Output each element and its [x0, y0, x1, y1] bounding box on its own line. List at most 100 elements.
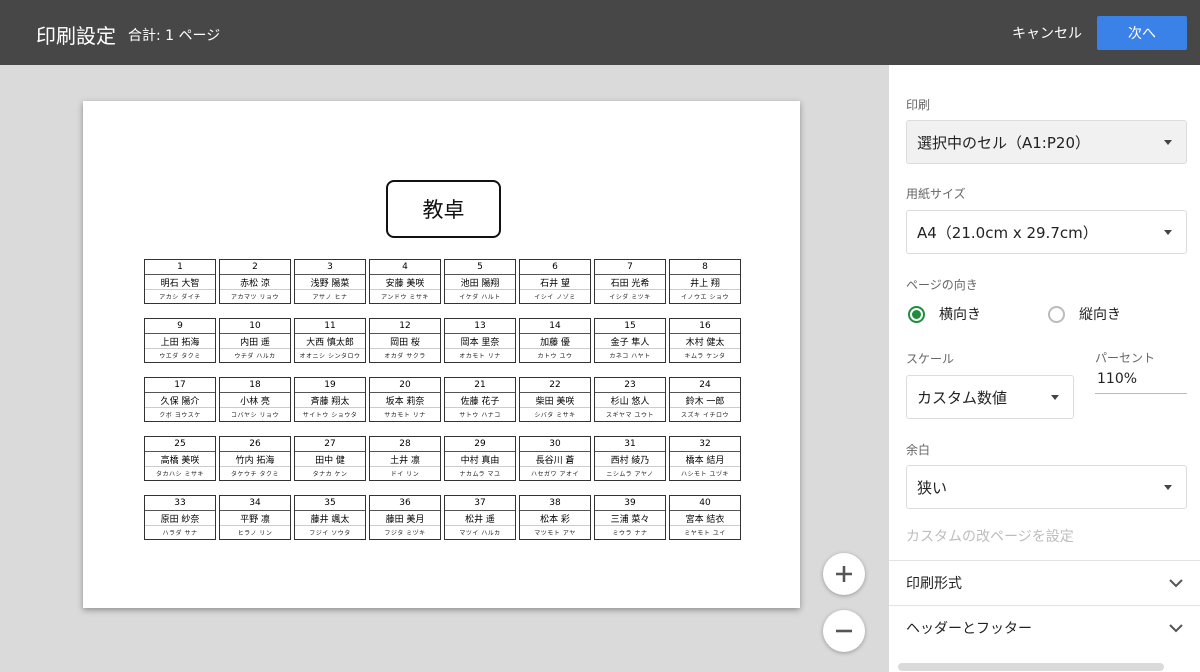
seat-card: 40 宮本 結衣 ミヤモト ユイ: [669, 495, 741, 540]
seat-number: 36: [370, 496, 440, 511]
seat-number: 12: [370, 319, 440, 334]
dropdown-arrow-icon: [1164, 140, 1172, 145]
student-name: 久保 陽介: [145, 393, 215, 408]
portrait-label: 縦向き: [1079, 307, 1121, 323]
radio-selected-icon: [908, 305, 925, 323]
print-format-section[interactable]: 印刷形式: [889, 560, 1200, 605]
seat-card: 37 松井 遥マツイ ハルカ: [444, 495, 516, 540]
seat-card: 29 中村 真由 ナカムラ マユ: [444, 436, 516, 481]
paper-size-label: 用紙サイズ: [906, 187, 966, 201]
student-name: 石井 望: [520, 275, 590, 290]
student-name: 長谷川 蒼: [520, 452, 590, 467]
student-name: 藤田 美月: [370, 511, 440, 526]
seat-card: 13 岡本 里奈 オカモト リナ: [444, 318, 516, 363]
student-kana: イシイ ノゾミ: [534, 294, 576, 301]
orientation-label: ページの向き: [906, 278, 978, 292]
seat-card: 16 木村 健太 キムラ ケンタ: [669, 318, 741, 363]
seat-number: 17: [145, 378, 215, 393]
student-kana: スズキ イチロウ: [681, 412, 729, 419]
student-kana: イケダ ハルト: [459, 294, 501, 301]
seat-number: 18: [220, 378, 290, 393]
student-name: 田中 健: [295, 452, 365, 467]
seat-number: 39: [595, 496, 665, 511]
header-footer-section[interactable]: ヘッダーとフッター: [889, 605, 1200, 650]
margin-select[interactable]: 狭い: [906, 465, 1187, 509]
seat-card: 24 鈴木 一郎 スズキ イチロウ: [669, 377, 741, 422]
student-kana: アサノ ヒナ: [312, 294, 348, 301]
seat-number: 23: [595, 378, 665, 393]
header-footer-label: ヘッダーとフッター: [906, 621, 1032, 637]
seat-card: 31 西村 綾乃 ニシムラ アヤノ: [594, 436, 666, 481]
percent-input[interactable]: 110%: [1095, 364, 1187, 394]
student-kana: ナカムラ マユ: [459, 471, 501, 478]
plus-icon: [836, 566, 852, 582]
student-name: 佐藤 花子: [445, 393, 515, 408]
student-kana: オカモト リナ: [459, 353, 501, 360]
seat-number: 35: [295, 496, 365, 511]
seat-number: 5: [445, 260, 515, 275]
student-kana: サカモト リナ: [384, 412, 426, 419]
zoom-out-button[interactable]: [823, 610, 865, 652]
student-kana: マツモト アヤ: [534, 530, 576, 537]
paper-size-select[interactable]: A4（21.0cm x 29.7cm）: [906, 210, 1187, 254]
seat-card: 9 上田 拓海 ウエダ タクミ: [144, 318, 216, 363]
student-name: 高橋 美咲: [145, 452, 215, 467]
horizontal-scrollbar[interactable]: [898, 663, 1164, 671]
seat-number: 9: [145, 319, 215, 334]
student-kana: ハラダ サナ: [162, 530, 198, 537]
student-name: 西村 綾乃: [595, 452, 665, 467]
seat-card: 12 岡田 桜オカダ サクラ: [369, 318, 441, 363]
preview-page: 教卓 1 明石 大智 アカシ ダイチ 2 赤松 涼アカマツ リョウ 3 浅野 陽菜 アサノ ヒ…: [83, 101, 800, 608]
student-name: 柴田 美咲: [520, 393, 590, 408]
dropdown-arrow-icon: [1164, 485, 1172, 490]
print-range-select[interactable]: 選択中のセル（A1:P20）: [906, 120, 1187, 164]
student-kana: タカハシ ミサキ: [156, 471, 204, 478]
landscape-option[interactable]: 横向き: [908, 304, 981, 324]
student-name: 杉山 悠人: [595, 393, 665, 408]
seat-number: 4: [370, 260, 440, 275]
seat-number: 30: [520, 437, 590, 452]
student-name: 土井 凛: [370, 452, 440, 467]
student-name: 赤松 涼: [220, 275, 290, 290]
seat-number: 37: [445, 496, 515, 511]
seat-number: 1: [145, 260, 215, 275]
minus-icon: [836, 629, 852, 633]
radio-unselected-icon: [1048, 305, 1065, 323]
seat-number: 14: [520, 319, 590, 334]
print-range-value: 選択中のセル（A1:P20）: [917, 133, 1090, 152]
margin-value: 狭い: [917, 478, 948, 497]
scale-value: カスタム数値: [917, 388, 1008, 407]
student-kana: ウチダ ハルカ: [234, 353, 276, 360]
chevron-down-icon: [1169, 579, 1183, 588]
scale-select[interactable]: カスタム数値: [906, 375, 1074, 419]
student-name: 中村 真由: [445, 452, 515, 467]
student-kana: キムラ ケンタ: [684, 353, 726, 360]
student-kana: サトウ ハナコ: [459, 412, 501, 419]
seat-card: 39 三浦 菜々 ミウラ ナナ: [594, 495, 666, 540]
seat-card: 34 平野 凛ヒラノ リン: [219, 495, 291, 540]
cancel-button[interactable]: キャンセル: [1008, 16, 1086, 50]
seat-number: 6: [520, 260, 590, 275]
student-name: 宮本 結衣: [670, 511, 740, 526]
student-kana: オカダ サクラ: [384, 353, 426, 360]
portrait-option[interactable]: 縦向き: [1048, 304, 1121, 324]
student-kana: サイトウ ショウタ: [302, 412, 358, 419]
zoom-in-button[interactable]: [823, 553, 865, 595]
student-kana: スギヤマ ユウト: [606, 412, 654, 419]
student-name: 三浦 菜々: [595, 511, 665, 526]
settings-panel: 印刷 選択中のセル（A1:P20） 用紙サイズ A4（21.0cm x 29.7…: [889, 65, 1200, 672]
landscape-label: 横向き: [939, 307, 981, 323]
student-name: 木村 健太: [670, 334, 740, 349]
student-name: 松本 彩: [520, 511, 590, 526]
chevron-down-icon: [1169, 624, 1183, 633]
seat-card: 11 大西 慎太郎 オオニシ シンタロウ: [294, 318, 366, 363]
seat-card: 4 安藤 美咲 アンドウ ミサキ: [369, 259, 441, 304]
seat-number: 27: [295, 437, 365, 452]
seat-card: 21 佐藤 花子 サトウ ハナコ: [444, 377, 516, 422]
seat-card: 17 久保 陽介 クボ ヨウスケ: [144, 377, 216, 422]
student-kana: ニシムラ アヤノ: [606, 471, 654, 478]
print-preview-area: 教卓 1 明石 大智 アカシ ダイチ 2 赤松 涼アカマツ リョウ 3 浅野 陽菜 アサノ ヒ…: [0, 65, 889, 672]
seat-number: 3: [295, 260, 365, 275]
next-button[interactable]: 次へ: [1097, 16, 1187, 50]
student-kana: ハセガワ アオイ: [531, 471, 579, 478]
